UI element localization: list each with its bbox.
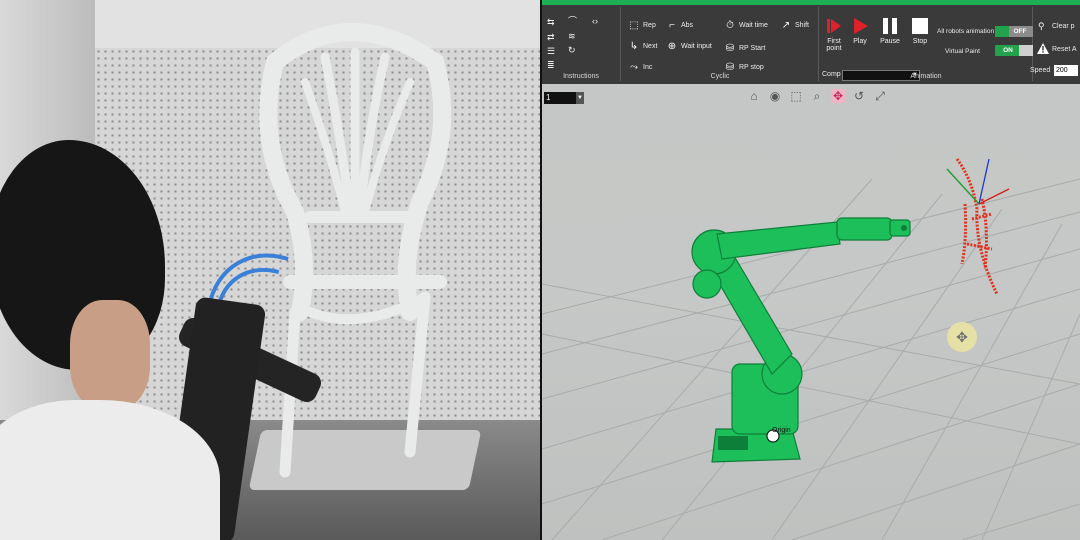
next-label: Next [643, 43, 658, 50]
rep-command[interactable]: ⬚ Rep [628, 20, 656, 31]
instructions-label: Instructions [563, 73, 599, 80]
rp-start-label: RP Start [739, 45, 766, 52]
first-point-label: First point [826, 38, 842, 52]
fit-view-icon[interactable]: ⤢ [873, 89, 887, 103]
robot-software-window: ⇆ ⌒ ‹› ⇄ ≋ ☰ ↻ ≣ Instructions ⬚ Rep ⌐ Abs … [542, 0, 1080, 540]
inc-label: Inc [643, 64, 653, 71]
speed-label: Speed [1030, 67, 1051, 74]
trend-icon: ↗ [781, 20, 791, 31]
plus-circle-icon: ⊕ [667, 41, 677, 52]
cyclic-group: ⬚ Rep ⌐ Abs ⏱ Wait time ↗ Shift ↳ Next ⊕ Wait … [622, 7, 819, 81]
zoom-region-icon[interactable]: ⬚ [789, 89, 803, 103]
pan-cursor-icon: ✥ [947, 322, 977, 352]
warning-icon[interactable] [1037, 43, 1049, 54]
rp-stop-label: RP stop [739, 64, 764, 71]
stop-icon [912, 18, 928, 34]
animation-group: First point Play Pause Stop Comp ▼ All r… [820, 7, 1033, 81]
animation-label: Animation [910, 73, 942, 80]
home-icon[interactable]: ⌂ [747, 89, 761, 103]
pause-button[interactable]: Pause [876, 17, 904, 45]
chevron-down-icon: ▼ [576, 92, 584, 104]
code-icon[interactable]: ‹› [592, 16, 598, 26]
eye-icon[interactable]: ◉ [768, 89, 782, 103]
wait-input-label: Wait input [681, 43, 712, 50]
operator-face [70, 300, 150, 410]
virtual-paint-state: ON [1003, 47, 1013, 54]
wait-time-label: Wait time [739, 22, 768, 29]
first-point-icon [827, 19, 841, 33]
clear-label[interactable]: Clear p [1052, 23, 1075, 30]
stop-label: Stop [912, 38, 928, 45]
viewport-toolbar: ⌂ ◉ ⬚ ⌕ ✥ ↺ ⤢ [747, 89, 887, 103]
ribbon-toolbar: ⇆ ⌒ ‹› ⇄ ≋ ☰ ↻ ≣ Instructions ⬚ Rep ⌐ Abs … [542, 0, 1080, 84]
shift-label: Shift [795, 22, 810, 29]
rp-stop-command[interactable]: ⛁ RP stop [724, 62, 764, 73]
all-robots-animation-label: All robots animation [937, 28, 995, 35]
toggle-knob [1019, 45, 1033, 56]
rp-stop-icon: ⛁ [725, 62, 735, 73]
robot-model[interactable]: Origin [672, 214, 932, 474]
layer-value: 1 [546, 93, 551, 102]
list-icon[interactable]: ☰ [547, 46, 555, 56]
abs-icon: ⌐ [669, 20, 675, 31]
broom-icon[interactable]: ⚲ [1038, 21, 1045, 31]
inc-command[interactable]: ⤳ Inc [628, 62, 652, 73]
reset-label[interactable]: Reset A [1052, 46, 1077, 53]
pause-label: Pause [880, 38, 900, 45]
zoom-icon[interactable]: ⌕ [810, 89, 824, 103]
cyclic-label: Cyclic [710, 73, 730, 80]
rp-start-command[interactable]: ⛁ RP Start [724, 43, 766, 54]
play-label: Play [853, 38, 867, 45]
rp-start-icon: ⛁ [725, 43, 735, 54]
play-icon [854, 18, 868, 34]
virtual-paint-label: Virtual Paint [945, 48, 980, 55]
inc-icon: ⤳ [630, 62, 638, 73]
abs-label: Abs [681, 22, 694, 29]
next-icon: ↳ [629, 41, 639, 52]
swap-lines-icon[interactable]: ⇄ [547, 32, 555, 42]
speed-input[interactable]: 200 [1054, 65, 1078, 76]
play-button[interactable]: Play [846, 17, 874, 45]
wait-input-command[interactable]: ⊕ Wait input [666, 41, 712, 52]
pause-icon [883, 18, 897, 34]
abs-command[interactable]: ⌐ Abs [666, 20, 693, 31]
rep-icon: ⬚ [629, 20, 639, 31]
paint-path[interactable] [937, 149, 1017, 309]
layers-icon[interactable]: ≣ [547, 60, 555, 70]
swap-icon[interactable]: ⇆ [547, 17, 555, 27]
virtual-paint-toggle[interactable]: ON [995, 45, 1033, 56]
refresh-icon[interactable]: ↻ [568, 45, 576, 55]
stop-button[interactable]: Stop [906, 17, 934, 45]
rep-label: Rep [643, 22, 656, 29]
all-robots-animation-state: OFF [1013, 28, 1027, 35]
arc-icon[interactable]: ⌒ [568, 16, 577, 26]
3d-viewport[interactable]: 1 ▼ ⌂ ◉ ⬚ ⌕ ✥ ↺ ⤢ Origin ✥ [542, 84, 1080, 540]
first-point-button[interactable]: First point [820, 17, 848, 52]
rotate-icon[interactable]: ↺ [852, 89, 866, 103]
robot-origin-label: Origin [772, 427, 791, 434]
all-robots-animation-toggle[interactable]: OFF [995, 26, 1033, 37]
pan-icon[interactable]: ✥ [831, 89, 845, 103]
database-icon[interactable]: ≋ [568, 31, 576, 41]
toggle-knob [995, 26, 1009, 37]
stopwatch-icon: ⏱ [726, 20, 734, 31]
camera-photo [0, 0, 540, 540]
layer-select[interactable]: 1 ▼ [544, 92, 584, 104]
shift-command[interactable]: ↗ Shift [780, 20, 809, 31]
instructions-group: ⇆ ⌒ ‹› ⇄ ≋ ☰ ↻ ≣ Instructions [542, 7, 621, 81]
extra-group: ⚲ Clear p Reset A Speed 200 [1030, 7, 1080, 83]
wait-time-command[interactable]: ⏱ Wait time [724, 20, 768, 31]
next-command[interactable]: ↳ Next [628, 41, 658, 52]
